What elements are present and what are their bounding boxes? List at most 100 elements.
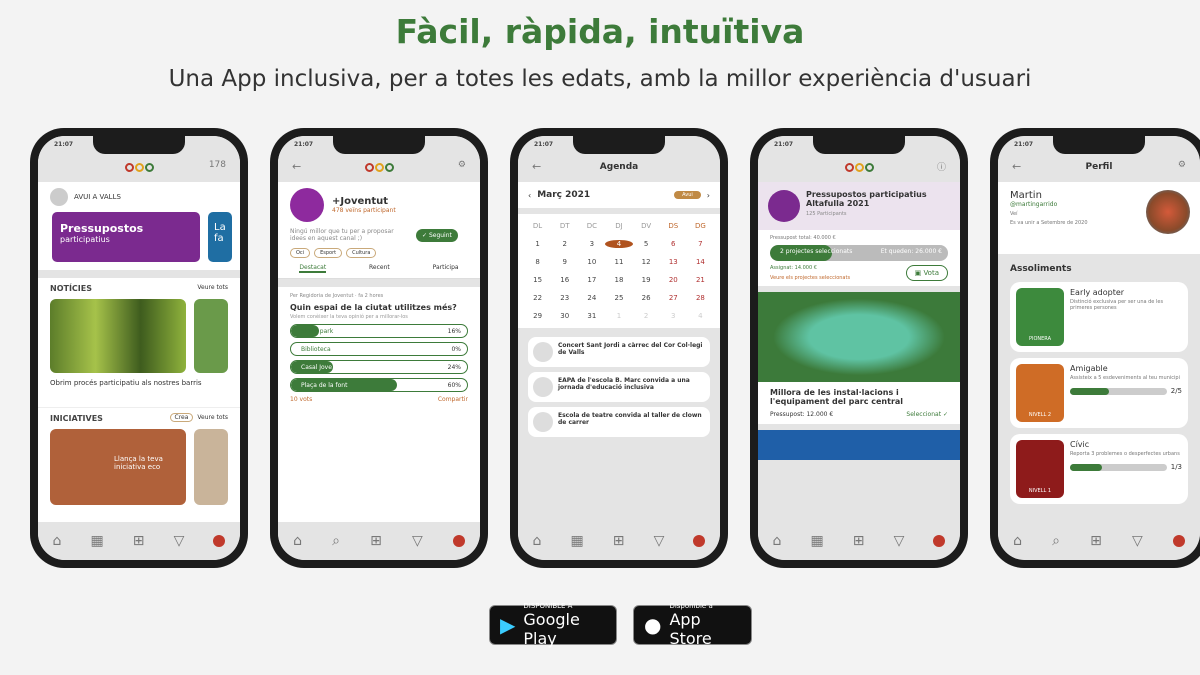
avatar[interactable] bbox=[1172, 535, 1185, 547]
grid-icon[interactable]: ▦ bbox=[570, 533, 583, 549]
send-icon[interactable]: ▽ bbox=[174, 533, 185, 549]
home-icon[interactable]: ⌂ bbox=[293, 533, 302, 549]
add-icon[interactable]: ⊞ bbox=[613, 533, 625, 549]
calendar-day[interactable]: 12 bbox=[633, 258, 660, 266]
calendar-day[interactable]: 19 bbox=[633, 276, 660, 284]
home-icon[interactable]: ⌂ bbox=[1013, 533, 1022, 549]
calendar-day[interactable]: 22 bbox=[524, 294, 551, 302]
calendar-day[interactable]: 3 bbox=[660, 312, 687, 320]
add-icon[interactable]: ⊞ bbox=[1090, 533, 1102, 549]
tag[interactable]: Cultura bbox=[346, 248, 377, 258]
calendar-day[interactable]: 5 bbox=[633, 240, 660, 248]
event-item[interactable]: EAPA de l'escola B. Marc convida a una j… bbox=[528, 372, 710, 402]
settings-icon[interactable]: ⚙ bbox=[458, 160, 466, 170]
settings-icon[interactable]: ⚙ bbox=[1178, 160, 1186, 170]
tab-featured[interactable]: Destacat bbox=[299, 264, 327, 273]
send-icon[interactable]: ▽ bbox=[654, 533, 665, 549]
avatar[interactable] bbox=[693, 535, 706, 547]
info-icon[interactable]: ⓘ bbox=[937, 160, 946, 173]
see-all-initiatives[interactable]: Veure tots bbox=[197, 414, 228, 421]
poll-option[interactable]: Biblioteca 0% bbox=[290, 342, 468, 356]
send-icon[interactable]: ▽ bbox=[1132, 533, 1143, 549]
search-icon[interactable]: ⌕ bbox=[332, 533, 340, 549]
calendar-day[interactable]: 14 bbox=[687, 258, 714, 266]
add-icon[interactable]: ⊞ bbox=[370, 533, 382, 549]
profile-avatar[interactable] bbox=[1146, 190, 1190, 234]
tab-participate[interactable]: Participa bbox=[433, 264, 459, 273]
send-icon[interactable]: ▽ bbox=[412, 533, 423, 549]
budget-banner[interactable]: Pressupostos participatius bbox=[52, 212, 200, 262]
calendar-day[interactable]: 1 bbox=[605, 312, 632, 320]
avatar[interactable] bbox=[213, 535, 226, 547]
initiative-card[interactable]: Llança la teva iniciativa eco bbox=[50, 429, 186, 505]
grid-icon[interactable]: ▦ bbox=[90, 533, 103, 549]
calendar-day[interactable]: 15 bbox=[524, 276, 551, 284]
tab-recent[interactable]: Recent bbox=[369, 264, 390, 273]
today-button[interactable]: Avui bbox=[674, 191, 701, 199]
send-icon[interactable]: ▽ bbox=[894, 533, 905, 549]
calendar-day[interactable]: 28 bbox=[687, 294, 714, 302]
create-tag[interactable]: Crea bbox=[169, 413, 194, 422]
home-icon[interactable]: ⌂ bbox=[773, 533, 782, 549]
home-icon[interactable]: ⌂ bbox=[533, 533, 542, 549]
vote-button[interactable]: ▣ Vota bbox=[905, 265, 948, 281]
calendar-day[interactable]: 4 bbox=[605, 240, 633, 248]
achievement-card[interactable]: NIVELL 1 Cívic Reporta 3 problemes o despe… bbox=[1010, 434, 1188, 504]
see-all-news[interactable]: Veure tots bbox=[197, 284, 228, 293]
add-icon[interactable]: ⊞ bbox=[853, 533, 865, 549]
calendar-day[interactable]: 31 bbox=[578, 312, 605, 320]
calendar-day[interactable]: 2 bbox=[633, 312, 660, 320]
calendar-day[interactable]: 8 bbox=[524, 258, 551, 266]
calendar-day[interactable]: 10 bbox=[578, 258, 605, 266]
calendar-day[interactable]: 3 bbox=[578, 240, 605, 248]
add-icon[interactable]: ⊞ bbox=[133, 533, 145, 549]
avatar[interactable] bbox=[933, 535, 946, 547]
follow-button[interactable]: ✓ Seguint bbox=[416, 228, 458, 242]
calendar-day[interactable]: 24 bbox=[578, 294, 605, 302]
prev-month[interactable]: ‹ bbox=[528, 191, 531, 200]
news-image[interactable] bbox=[50, 299, 186, 373]
poll-option[interactable]: Plaça de la font 60% bbox=[290, 378, 468, 392]
calendar-day[interactable]: 17 bbox=[578, 276, 605, 284]
event-item[interactable]: Escola de teatre convida al taller de cl… bbox=[528, 407, 710, 437]
tag[interactable]: Oci bbox=[290, 248, 311, 258]
search-icon[interactable]: ⌕ bbox=[1052, 533, 1060, 549]
second-banner[interactable]: La fa bbox=[208, 212, 232, 262]
project-image[interactable] bbox=[758, 292, 960, 382]
event-item[interactable]: Concert Sant Jordi a càrrec del Cor Col·… bbox=[528, 337, 710, 367]
next-month[interactable]: › bbox=[707, 191, 710, 200]
calendar-day[interactable]: 21 bbox=[687, 276, 714, 284]
calendar-day[interactable]: 25 bbox=[605, 294, 632, 302]
poll-option[interactable]: Casal Jove 24% bbox=[290, 360, 468, 374]
calendar-day[interactable]: 6 bbox=[660, 240, 687, 248]
calendar-day[interactable]: 13 bbox=[660, 258, 687, 266]
view-selected-link[interactable]: Veure els projectes seleccionats bbox=[770, 275, 850, 281]
back-icon[interactable]: ← bbox=[292, 160, 301, 173]
news-caption[interactable]: Obrim procés participatiu als nostres ba… bbox=[38, 373, 240, 407]
calendar-day[interactable]: 29 bbox=[524, 312, 551, 320]
calendar-day[interactable]: 20 bbox=[660, 276, 687, 284]
calendar-day[interactable]: 11 bbox=[605, 258, 632, 266]
calendar-day[interactable]: 1 bbox=[524, 240, 551, 248]
grid-icon[interactable]: ▦ bbox=[810, 533, 823, 549]
calendar-day[interactable]: 18 bbox=[605, 276, 632, 284]
calendar-day[interactable]: 30 bbox=[551, 312, 578, 320]
achievement-card[interactable]: PIONERA Early adopter Distinció exclusiva … bbox=[1010, 282, 1188, 352]
poll-option[interactable]: Skate park 16% bbox=[290, 324, 468, 338]
achievement-card[interactable]: NIVELL 2 Amigable Assisteix a 5 esdevenime… bbox=[1010, 358, 1188, 428]
calendar-day[interactable]: 26 bbox=[633, 294, 660, 302]
avatar[interactable] bbox=[452, 535, 465, 547]
calendar-day[interactable]: 2 bbox=[551, 240, 578, 248]
calendar-day[interactable]: 9 bbox=[551, 258, 578, 266]
project-selected[interactable]: Seleccionat ✓ bbox=[906, 411, 948, 418]
calendar-day[interactable]: 23 bbox=[551, 294, 578, 302]
app-store-badge[interactable]: ● Disponible a App Store bbox=[633, 602, 752, 648]
calendar-day[interactable]: 7 bbox=[687, 240, 714, 248]
share-button[interactable]: Compartir bbox=[438, 396, 468, 403]
home-icon[interactable]: ⌂ bbox=[53, 533, 62, 549]
calendar-day[interactable]: 4 bbox=[687, 312, 714, 320]
tag[interactable]: Esport bbox=[314, 248, 343, 258]
calendar-day[interactable]: 16 bbox=[551, 276, 578, 284]
calendar-day[interactable]: 27 bbox=[660, 294, 687, 302]
google-play-badge[interactable]: ▶ DISPONIBLE A Google Play bbox=[489, 602, 617, 648]
